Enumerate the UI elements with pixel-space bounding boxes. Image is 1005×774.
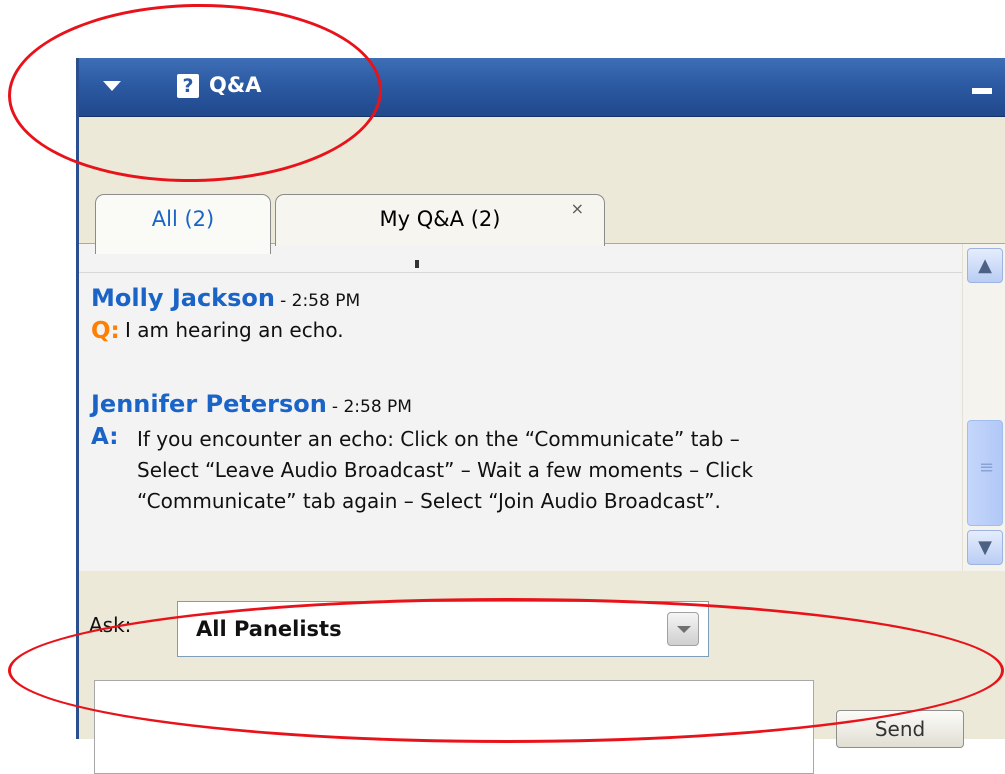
messages-list[interactable]: Molly Jackson - 2:58 PM Q: I am hearing …	[79, 244, 962, 571]
message-time: - 2:58 PM	[280, 291, 361, 311]
close-icon[interactable]: ×	[571, 185, 584, 233]
ask-recipient-value: All Panelists	[196, 617, 342, 641]
messages-scrollbar[interactable]: ▲ ▼	[962, 244, 1005, 571]
collapse-arrow-icon[interactable]	[103, 81, 121, 91]
message-text: If you encounter an echo: Click on the “…	[137, 424, 753, 517]
qa-titlebar: ? Q&A	[79, 58, 1005, 117]
message-text-line: Select “Leave Audio Broadcast” – Wait a …	[137, 458, 754, 482]
message-body: Q: I am hearing an echo.	[91, 318, 952, 344]
tab-strip: All (2) My Q&A (2) ×	[79, 117, 1005, 254]
message-text-line: If you encounter an echo: Click on the “…	[137, 427, 740, 451]
chevron-down-icon[interactable]	[667, 612, 699, 646]
minimize-icon[interactable]	[971, 78, 993, 98]
message-author: Molly Jackson	[91, 284, 275, 312]
tab-my-qa[interactable]: My Q&A (2) ×	[275, 194, 605, 246]
help-icon: ?	[177, 74, 199, 98]
tab-my-qa-label: My Q&A (2)	[379, 207, 501, 231]
panel-title: Q&A	[209, 73, 262, 97]
answer-label: A:	[91, 424, 119, 450]
question-label: Q:	[91, 318, 120, 344]
tab-all[interactable]: All (2)	[95, 194, 271, 254]
ask-label: Ask:	[89, 613, 132, 637]
message-time: - 2:58 PM	[331, 397, 412, 417]
message-body: A: If you encounter an echo: Click on th…	[91, 424, 952, 517]
message-item: Molly Jackson - 2:58 PM Q: I am hearing …	[91, 284, 952, 344]
scroll-down-button[interactable]: ▼	[967, 530, 1003, 565]
send-button[interactable]: Send	[836, 710, 964, 748]
message-author: Jennifer Peterson	[91, 390, 327, 418]
message-text-line: “Communicate” tab again – Select “Join A…	[137, 489, 721, 513]
ask-recipient-select[interactable]: All Panelists	[177, 601, 709, 657]
question-input[interactable]	[94, 680, 814, 774]
message-text: I am hearing an echo.	[125, 318, 344, 342]
qa-panel: ? Q&A All (2) My Q&A (2) × Molly Jackson…	[76, 58, 1005, 774]
message-item: Jennifer Peterson - 2:58 PM A: If you en…	[91, 390, 952, 517]
scroll-thumb[interactable]	[967, 420, 1003, 526]
scroll-up-button[interactable]: ▲	[967, 248, 1003, 283]
